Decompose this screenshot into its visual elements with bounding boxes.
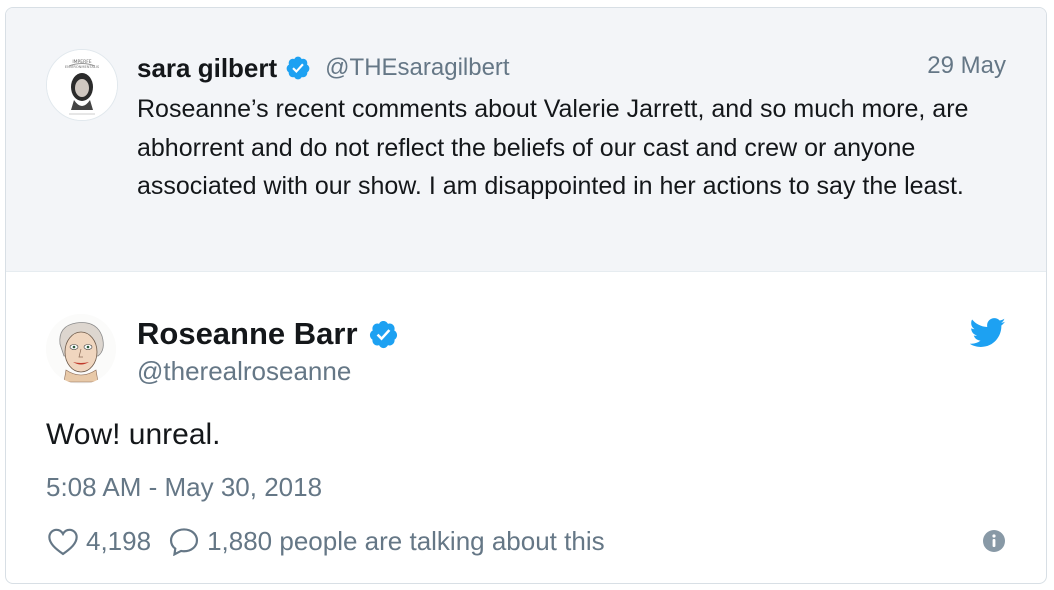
embedded-tweet-card: IMPERFE ENVIRONMENTALIS sara gilbert @TH…: [5, 7, 1047, 584]
author-handle[interactable]: @therealroseanne: [137, 356, 351, 387]
quoted-tweet-header: sara gilbert @THEsaragilbert: [137, 50, 510, 86]
author-display-name[interactable]: Roseanne Barr: [137, 316, 358, 352]
sara-gilbert-avatar[interactable]: IMPERFE ENVIRONMENTALIS: [46, 49, 118, 121]
avatar-caption-bottom: ENVIRONMENTALIS: [65, 65, 100, 69]
twitter-bird-icon[interactable]: [970, 318, 1006, 348]
tweet-actions: 4,198 1,880 people are talking about thi…: [46, 523, 605, 559]
quoted-handle[interactable]: @THEsaragilbert: [325, 54, 509, 82]
talking-about-count[interactable]: 1,880 people are talking about this: [207, 526, 605, 557]
avatar-image: IMPERFE ENVIRONMENTALIS: [47, 50, 117, 120]
avatar-image: [46, 314, 116, 384]
tweet-timestamp[interactable]: 5:08 AM - May 30, 2018: [46, 472, 322, 503]
quoted-tweet[interactable]: IMPERFE ENVIRONMENTALIS sara gilbert @TH…: [6, 8, 1046, 272]
speech-bubble-icon[interactable]: [167, 526, 201, 556]
info-icon[interactable]: [982, 529, 1006, 553]
like-count[interactable]: 4,198: [86, 526, 151, 557]
roseanne-barr-avatar[interactable]: [46, 314, 116, 384]
quoted-display-name[interactable]: sara gilbert: [137, 53, 277, 84]
verified-badge-icon: [369, 320, 397, 348]
verified-badge-icon: [286, 56, 310, 80]
tweet-text: Wow! unreal.: [46, 418, 221, 451]
heart-icon[interactable]: [46, 526, 80, 556]
tweet-author-row: Roseanne Barr: [137, 314, 399, 354]
quoted-date[interactable]: 29 May: [927, 52, 1006, 80]
quoted-tweet-text: Roseanne’s recent comments about Valerie…: [137, 95, 969, 200]
